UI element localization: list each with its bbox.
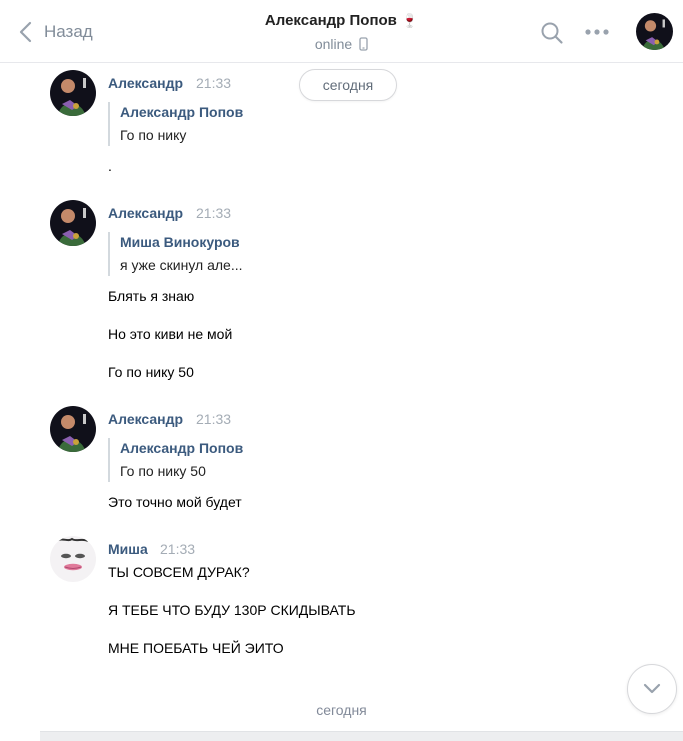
message-text: Но это киви не мой bbox=[108, 326, 233, 342]
message-text: Я ТЕБЕ ЧТО БУДУ 130Р СКИДЫВАТЬ bbox=[108, 602, 356, 618]
message-text: Го по нику 50 bbox=[108, 364, 194, 380]
author-avatar[interactable] bbox=[50, 70, 96, 116]
quote-author: Александр Попов bbox=[120, 104, 244, 120]
chat-title-text: Александр Попов bbox=[264, 12, 397, 29]
online-status: online bbox=[314, 36, 353, 52]
quote-text: Го по нику 50 bbox=[120, 463, 206, 479]
search-icon[interactable] bbox=[540, 21, 564, 45]
message-text: Блять я знаю bbox=[108, 288, 195, 304]
message-author[interactable]: Александр bbox=[108, 205, 183, 221]
quote-author: Миша Винокуров bbox=[120, 234, 240, 250]
reply-quote[interactable]: Александр Попов Го по нику bbox=[108, 102, 243, 146]
more-dots-icon[interactable] bbox=[584, 27, 610, 37]
quote-text: я уже скинул але... bbox=[120, 257, 243, 273]
chat-title[interactable]: Александр Попов 🍷 bbox=[0, 12, 683, 29]
message-time[interactable]: 21:33 bbox=[196, 411, 231, 427]
message-text: Это точно мой будет bbox=[108, 494, 242, 510]
chat-status: online bbox=[0, 36, 683, 52]
message-text: ТЫ СОВСЕМ ДУРАК? bbox=[108, 564, 250, 580]
date-separator: сегодня bbox=[316, 702, 367, 718]
message-time[interactable]: 21:33 bbox=[196, 75, 231, 91]
message-text: МНЕ ПОЕБАТЬ ЧЕЙ ЭИТО bbox=[108, 640, 284, 656]
chevron-down-icon bbox=[643, 683, 661, 694]
date-pill: сегодня bbox=[299, 69, 397, 101]
author-avatar[interactable] bbox=[50, 536, 96, 582]
message-author[interactable]: Александр bbox=[108, 411, 183, 427]
author-avatar[interactable] bbox=[50, 200, 96, 246]
mobile-phone-icon bbox=[359, 37, 368, 51]
message-time[interactable]: 21:33 bbox=[160, 541, 195, 557]
message-text: . bbox=[108, 158, 112, 174]
reply-quote[interactable]: Миша Винокуров я уже скинул але... bbox=[108, 232, 243, 276]
quote-text: Го по нику bbox=[120, 127, 187, 143]
message-author[interactable]: Миша bbox=[108, 541, 148, 557]
wine-glass-icon: 🍷 bbox=[401, 13, 419, 28]
message-author[interactable]: Александр bbox=[108, 75, 183, 91]
chat-header: Назад Александр Попов 🍷 online bbox=[0, 0, 683, 63]
reply-quote[interactable]: Александр Попов Го по нику 50 bbox=[108, 438, 243, 482]
header-avatar[interactable] bbox=[636, 13, 673, 50]
message-time[interactable]: 21:33 bbox=[196, 205, 231, 221]
quote-author: Александр Попов bbox=[120, 440, 244, 456]
author-avatar[interactable] bbox=[50, 406, 96, 452]
